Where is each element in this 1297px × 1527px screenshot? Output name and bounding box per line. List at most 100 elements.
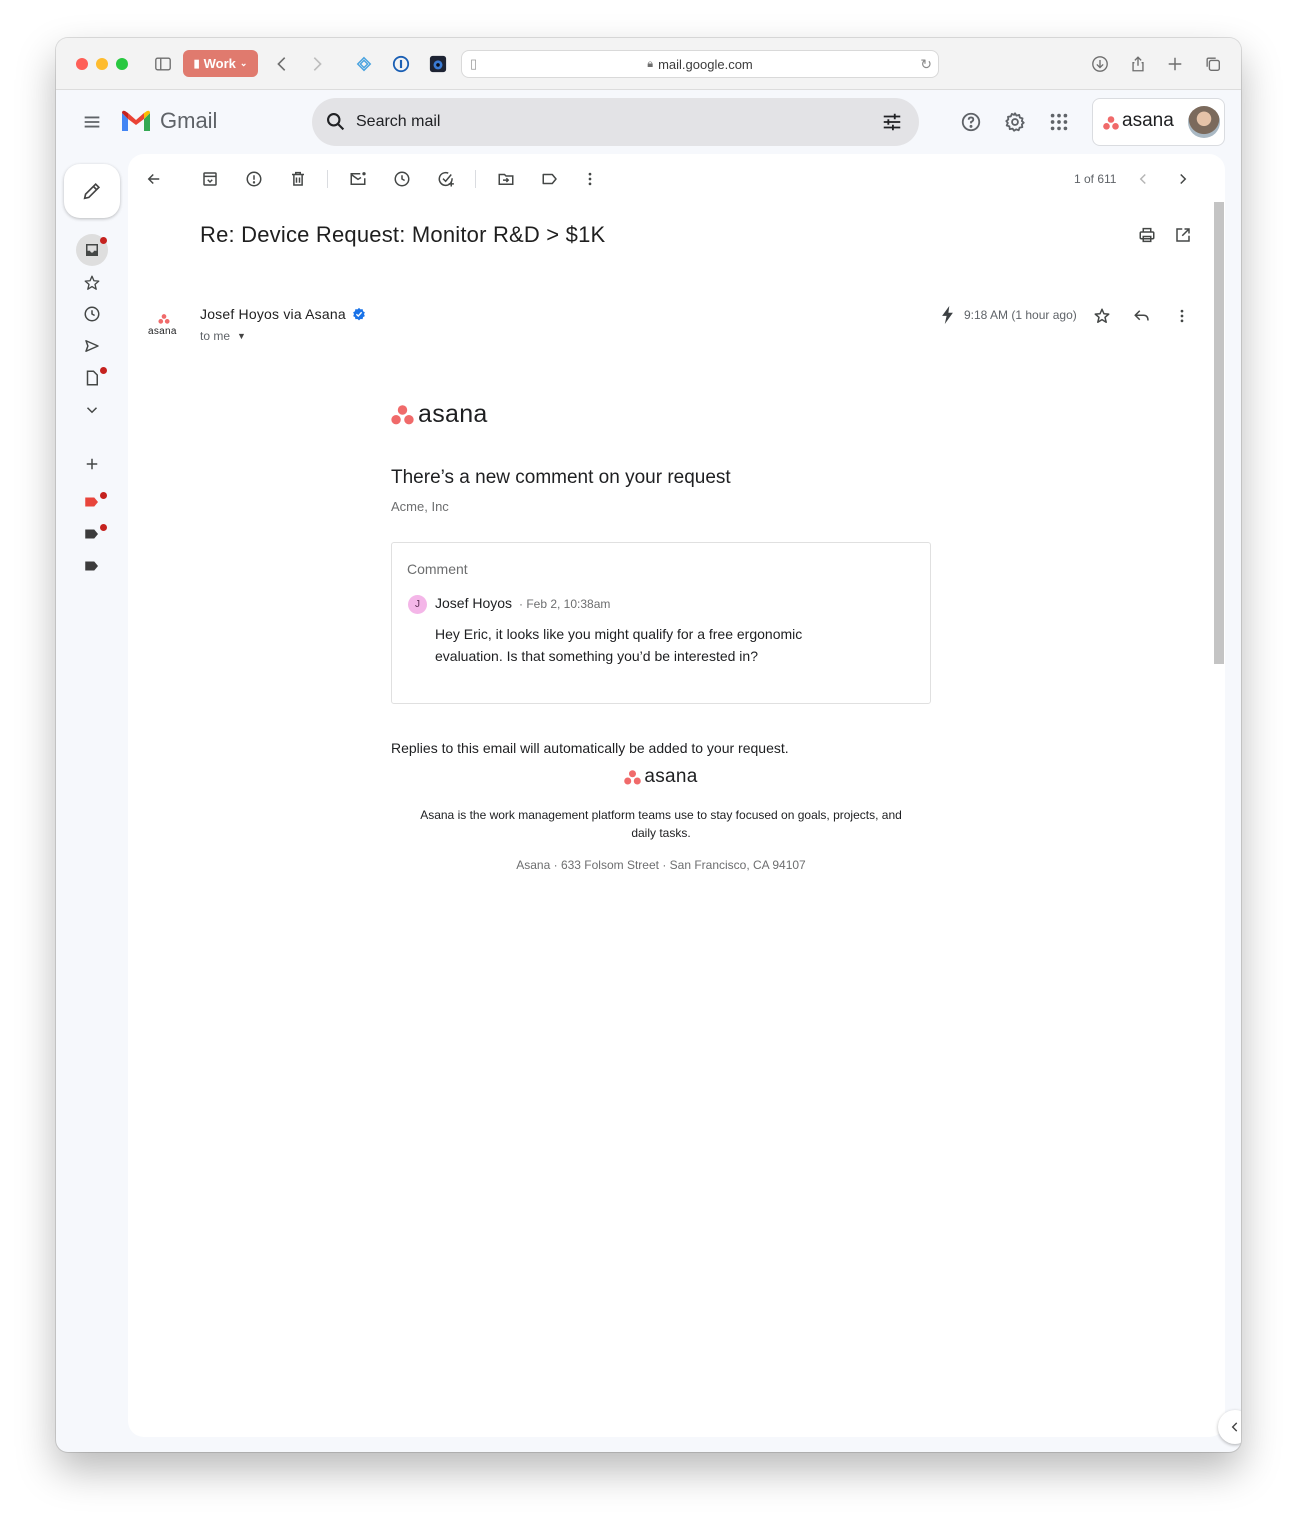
nav-sent[interactable] [76,330,108,362]
nav-label-dark-2[interactable] [76,550,108,582]
asana-logo[interactable]: asana [391,400,931,429]
zoom-window-button[interactable] [116,58,128,70]
forward-icon[interactable] [305,52,329,76]
sender-avatar[interactable]: asana [144,310,184,342]
gmail-wordmark: Gmail [160,108,218,133]
main-menu-icon[interactable] [78,108,106,136]
email-headline: There’s a new comment on your request [391,467,731,488]
more-options-icon[interactable] [576,165,604,193]
sender-name[interactable]: Josef Hoyos via Asana [200,306,366,322]
delete-icon[interactable] [284,165,312,193]
organization-name: Acme, Inc [391,499,449,514]
footer-wordmark: asana [644,766,698,787]
open-in-new-window-icon[interactable] [1169,221,1197,249]
older-icon[interactable] [1169,165,1197,193]
nav-starred[interactable] [76,267,108,299]
browser-toolbar: ▮ Work ⌄ ▯ 🔒︎ mail.google.com ↻ [56,38,1241,90]
create-label-button[interactable] [76,448,108,480]
search-icon[interactable] [325,111,346,137]
address-bar[interactable]: ▯ 🔒︎ mail.google.com ↻ [461,50,939,78]
label-as-icon[interactable] [536,165,564,193]
close-window-button[interactable] [76,58,88,70]
print-icon[interactable] [1133,221,1161,249]
unread-dot [100,524,107,531]
unread-dot [100,237,107,244]
nav-snoozed[interactable] [76,298,108,330]
asana-dots-icon [624,769,642,785]
sender-label: Josef Hoyos via Asana [200,306,346,322]
asana-wordmark: asana [418,400,488,428]
nav-drafts[interactable] [76,362,108,394]
comment-author: Josef Hoyos [435,595,513,611]
pencil-icon [83,182,101,200]
draft-icon [86,370,98,386]
move-to-icon[interactable] [492,165,520,193]
tab-overview-icon[interactable] [1201,52,1225,76]
email-footer: asana Asana is the work management platf… [391,766,931,872]
nav-label-dark[interactable] [76,518,108,550]
footer-asana-logo[interactable]: asana [391,766,931,788]
toolbar-divider [475,170,476,188]
unread-dot [100,367,107,374]
inbox-icon [86,244,98,256]
reload-icon[interactable]: ↻ [920,56,932,73]
search-options-icon[interactable] [881,111,903,138]
profile-pill[interactable]: ▮ Work ⌄ [183,50,258,77]
nav-inbox[interactable] [76,234,108,266]
gmail-logo[interactable]: Gmail [120,108,217,134]
sidebar-toggle-icon[interactable] [151,52,175,76]
mark-unread-icon[interactable] [344,165,372,193]
add-to-tasks-icon[interactable] [432,165,460,193]
help-icon[interactable] [957,108,985,136]
search-input[interactable]: Search mail [356,113,440,131]
back-to-inbox-icon[interactable] [140,165,168,193]
gmail-header: Gmail Search mail asana [56,90,1241,154]
asana-dots-icon [158,314,170,324]
caret-down-icon: ▼ [237,331,246,341]
chevron-down-icon [86,407,98,414]
asana-dots-icon [391,404,414,424]
newer-icon[interactable] [1129,165,1157,193]
settings-gear-icon[interactable] [1001,108,1029,136]
gmail-m-icon [122,110,150,131]
search-bar[interactable]: Search mail [312,98,919,146]
new-tab-icon[interactable] [1163,52,1187,76]
side-panel-toggle[interactable] [1218,1410,1241,1444]
compose-button[interactable] [64,164,120,218]
reply-icon[interactable] [1128,302,1156,330]
unread-dot [100,492,107,499]
extension-eye-icon[interactable] [426,52,450,76]
nav-more[interactable] [76,394,108,426]
scrollbar[interactable] [1214,202,1224,664]
footer-description: Asana is the work management platform te… [420,808,902,840]
replies-note: Replies to this email will automatically… [391,740,789,756]
minimize-window-button[interactable] [96,58,108,70]
pagination-count: 1 of 611 [1074,172,1117,186]
label-icon [85,529,98,539]
extension-diamond-icon[interactable] [352,52,376,76]
page-icon: ▯ [470,56,478,71]
message-pane: 1 of 611 Re: Device Request: Monitor R&D… [128,154,1225,1437]
back-icon[interactable] [270,52,294,76]
profile-icon: ▮ [193,58,200,70]
downloads-icon[interactable] [1088,52,1112,76]
password-manager-icon[interactable] [389,52,413,76]
nav-label-red[interactable] [76,486,108,518]
avatar[interactable] [1188,106,1220,138]
sender-avatar-text: asana [148,326,177,337]
comment-date: · Feb 2, 10:38am [519,597,611,611]
snooze-icon[interactable] [388,165,416,193]
message-more-icon[interactable] [1168,302,1196,330]
clock-icon [84,306,100,322]
apps-grid-icon[interactable] [1045,108,1073,136]
asana-dots-icon [1103,116,1119,130]
chevron-left-icon [1231,1422,1238,1432]
share-icon[interactable] [1126,52,1150,76]
lock-icon: 🔒︎ [647,57,654,70]
verified-badge-icon [353,307,365,321]
star-message-icon[interactable] [1088,302,1116,330]
archive-icon[interactable] [196,165,224,193]
report-spam-icon[interactable] [240,165,268,193]
account-switcher[interactable]: asana [1092,98,1225,146]
recipient-details[interactable]: to me ▼ [200,329,246,343]
